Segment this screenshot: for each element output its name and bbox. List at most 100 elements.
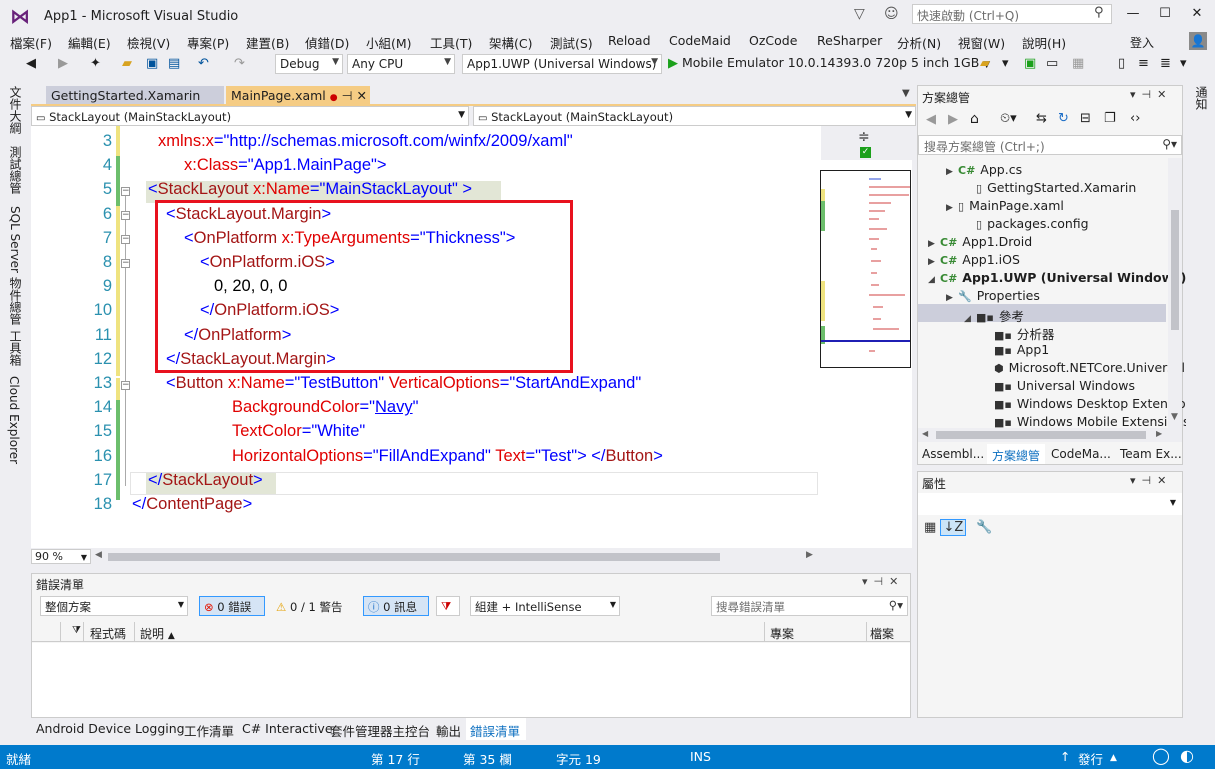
collapse-icon[interactable]: −	[121, 187, 130, 196]
chevron-up-icon[interactable]: ▲	[1110, 753, 1117, 763]
back-icon[interactable]: ◀	[926, 112, 936, 127]
menu-resharper[interactable]: ReSharper	[817, 33, 882, 48]
expand-arrow-icon[interactable]: ▶	[928, 239, 940, 249]
tree-node[interactable]: ■▪ 分析器	[982, 324, 1054, 342]
menu-test[interactable]: 測試(S)	[550, 33, 593, 52]
sync-icon[interactable]: ⇆	[1036, 111, 1047, 126]
tab-solution-explorer[interactable]: 方案總管	[992, 447, 1040, 464]
collapse-icon[interactable]: −	[121, 235, 130, 244]
menu-build[interactable]: 建置(B)	[246, 33, 289, 52]
scroll-left-icon[interactable]: ◀	[922, 429, 928, 438]
tree-node[interactable]: ▯ GettingStarted.Xamarin	[964, 180, 1136, 198]
sort-filter-icon[interactable]: ⧩	[72, 625, 81, 636]
scroll-left-icon[interactable]: ◀	[95, 550, 102, 560]
save-all-icon[interactable]: ▤	[168, 56, 180, 71]
tree-node[interactable]: ▶ C# App.cs	[946, 162, 1022, 180]
categorized-icon[interactable]: ▦	[924, 520, 936, 535]
tab-getting-started[interactable]: GettingStarted.Xamarin	[46, 86, 224, 105]
save-icon[interactable]: ▣	[146, 56, 158, 71]
menu-tools[interactable]: 工具(T)	[430, 33, 472, 52]
column-code[interactable]: 程式碼	[90, 625, 126, 642]
tab-codemaid[interactable]: CodeMa...	[1051, 447, 1111, 461]
startup-project-select[interactable]: App1.UWP (Universal Windows) ▼	[462, 54, 662, 74]
publish-button[interactable]: 發行	[1078, 749, 1103, 768]
expand-arrow-icon[interactable]: ▶	[928, 257, 940, 267]
document-icon[interactable]: ▯	[1118, 56, 1125, 71]
alphabetical-icon[interactable]: ↓Z	[940, 519, 967, 536]
nav-scope-select[interactable]: ▭ StackLayout (MainStackLayout) ▼	[31, 106, 469, 126]
navigate-back-icon[interactable]: ◀	[26, 56, 36, 71]
browse-icon[interactable]: ▰	[980, 56, 990, 71]
column-file[interactable]: 檔案	[870, 625, 894, 642]
notification-filter-icon[interactable]: ▽	[854, 6, 865, 22]
code-view-icon[interactable]: ‹›	[1130, 111, 1140, 126]
undo-icon[interactable]: ↶	[198, 56, 209, 71]
home-icon[interactable]: ⌂	[970, 111, 979, 127]
tree-node[interactable]: ▶ C# App1.Droid	[928, 234, 1032, 252]
panel-window-controls[interactable]: ▾⊣✕	[1130, 474, 1172, 487]
zoom-level-select[interactable]: 90 % ▼	[31, 549, 91, 564]
notifications-tab[interactable]: 通知	[1193, 86, 1210, 110]
collapse-icon[interactable]: −	[121, 381, 130, 390]
menu-window[interactable]: 視窗(W)	[958, 33, 1005, 52]
solution-search-input[interactable]: 搜尋方案總管 (Ctrl+;) ⚲▾	[918, 135, 1182, 155]
panel-window-controls[interactable]: ▾⊣✕	[1130, 88, 1172, 101]
warnings-filter-button[interactable]: ⚠ 0 / 1 警告	[271, 596, 357, 616]
toolbar-more-icon[interactable]: ▾	[1002, 56, 1009, 71]
open-file-icon[interactable]: ▰	[122, 56, 132, 71]
tree-node[interactable]: ◢ C# App1.UWP (Universal Windows)	[928, 270, 1186, 288]
collapse-icon[interactable]: −	[121, 259, 130, 268]
solution-platform-select[interactable]: Any CPU ▼	[347, 54, 455, 74]
format-icon[interactable]: ≡	[1138, 56, 1149, 71]
tab-android-device-logging[interactable]: Android Device Logging	[36, 721, 185, 736]
panel-window-controls[interactable]: ▾⊣✕	[862, 575, 904, 588]
tree-node[interactable]: ■▪ Universal Windows	[982, 378, 1135, 396]
notification-status-icon[interactable]: ◯	[1152, 746, 1170, 765]
tab-main-page[interactable]: MainPage.xaml ● ⊣ ✕	[226, 86, 370, 105]
tree-node[interactable]: ▶ ▯ MainPage.xaml	[946, 198, 1064, 216]
property-pages-icon[interactable]: 🔧	[976, 520, 992, 535]
redo-icon[interactable]: ↷	[234, 56, 245, 71]
test-explorer-tab[interactable]: 測試總管	[7, 146, 24, 194]
build-filter-select[interactable]: 組建 + IntelliSense ▼	[470, 596, 620, 616]
menu-codemaid[interactable]: CodeMaid	[669, 33, 731, 48]
menu-reload[interactable]: Reload	[608, 33, 651, 48]
code-minimap[interactable]	[820, 170, 911, 368]
tab-csharp-interactive[interactable]: C# Interactive	[242, 721, 333, 736]
sql-server-explorer-tab[interactable]: SQL Server 物件總管	[7, 206, 24, 325]
publish-icon[interactable]: ↑	[1060, 749, 1070, 764]
toolbox-tab[interactable]: 工具箱	[7, 330, 24, 366]
menu-help[interactable]: 說明(H)	[1022, 33, 1066, 52]
error-scope-select[interactable]: 整個方案 ▼	[40, 596, 188, 616]
menu-edit[interactable]: 編輯(E)	[68, 33, 111, 52]
menu-analyze[interactable]: 分析(N)	[897, 33, 941, 52]
menu-team[interactable]: 小組(M)	[366, 33, 412, 52]
start-debugging-button[interactable]: ▶ Mobile Emulator 10.0.14393.0 720p 5 inc…	[668, 55, 990, 71]
collapse-icon[interactable]: −	[121, 211, 130, 220]
maximize-button[interactable]: ☐	[1150, 6, 1180, 26]
close-tab-icon[interactable]: ✕	[357, 88, 367, 103]
expand-arrow-icon[interactable]: ▶	[946, 293, 958, 303]
quick-launch-input[interactable]: 快速啟動 (Ctrl+Q)	[912, 4, 1112, 24]
navigate-forward-icon[interactable]: ▶	[58, 56, 68, 71]
monitor-icon[interactable]: ▭	[1046, 56, 1058, 71]
messages-filter-button[interactable]: ⓘ 0 訊息	[363, 596, 429, 616]
tab-error-list[interactable]: 錯誤清單	[470, 721, 520, 740]
tab-task-list[interactable]: 工作清單	[184, 721, 234, 740]
account-icon[interactable]: 👤	[1189, 32, 1207, 50]
horizontal-scroll-thumb[interactable]	[108, 553, 720, 561]
column-project[interactable]: 專案	[770, 625, 794, 642]
collapse-all-icon[interactable]: ⊟	[1080, 111, 1091, 126]
menu-project[interactable]: 專案(P)	[187, 33, 229, 52]
scroll-down-icon[interactable]: ▼	[1171, 412, 1178, 422]
forward-icon[interactable]: ▶	[948, 112, 958, 127]
menu-view[interactable]: 檢視(V)	[127, 33, 170, 52]
tree-scroll-thumb[interactable]	[1171, 210, 1179, 330]
tab-assembly-explorer[interactable]: Assembl...	[922, 447, 984, 461]
split-editor-icon[interactable]: ≑	[858, 129, 870, 145]
expand-arrow-icon[interactable]: ◢	[928, 275, 940, 285]
tree-node[interactable]: ▯ packages.config	[964, 216, 1089, 234]
filter-toggle-button[interactable]: ⧩	[436, 596, 460, 616]
minimize-button[interactable]: —	[1118, 6, 1148, 26]
cloud-explorer-tab[interactable]: Cloud Explorer	[7, 376, 21, 464]
